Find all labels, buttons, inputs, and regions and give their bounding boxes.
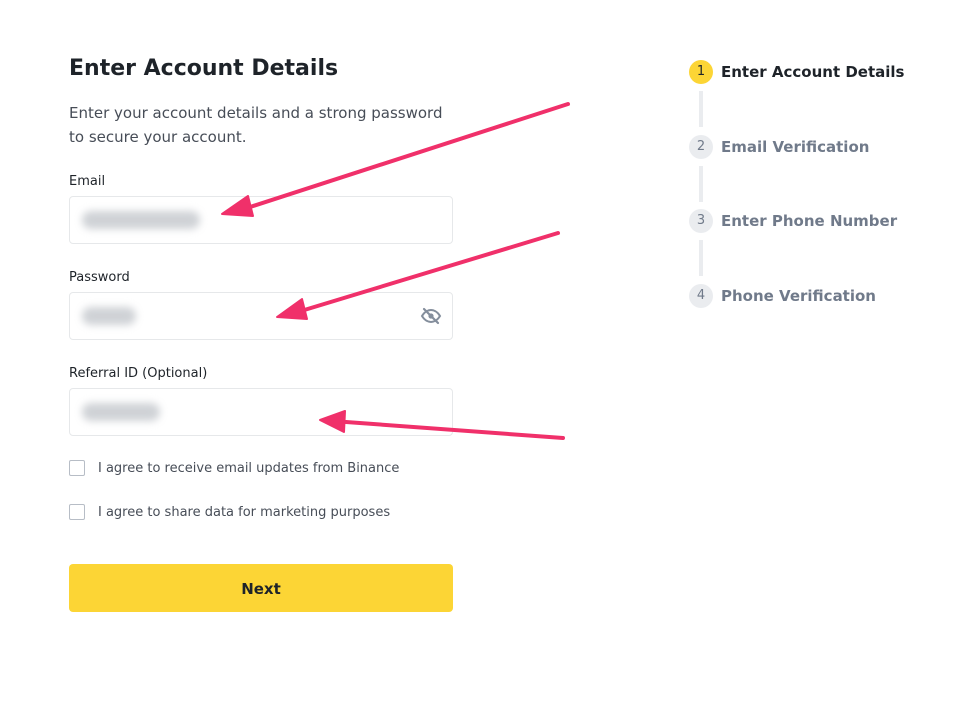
step-connector: [699, 166, 703, 202]
step-label: Email Verification: [721, 138, 870, 156]
referral-id-field[interactable]: [69, 388, 453, 436]
password-label: Password: [69, 270, 130, 285]
email-value-redacted: [82, 211, 200, 229]
email-updates-checkbox[interactable]: [69, 460, 85, 476]
email-label: Email: [69, 174, 106, 189]
referral-label: Referral ID (Optional): [69, 366, 208, 381]
email-updates-row: I agree to receive email updates from Bi…: [69, 460, 399, 476]
step-connector: [699, 91, 703, 127]
account-details-form: Enter Account Details Enter your account…: [69, 55, 453, 612]
step-number: 3: [689, 209, 713, 233]
marketing-row: I agree to share data for marketing purp…: [69, 504, 390, 520]
page-title: Enter Account Details: [69, 56, 339, 81]
eye-slash-icon[interactable]: [420, 306, 442, 326]
step-number: 2: [689, 135, 713, 159]
password-field[interactable]: [69, 292, 453, 340]
email-field[interactable]: [69, 196, 453, 244]
step-4: 4 Phone Verification: [689, 284, 876, 308]
step-label: Phone Verification: [721, 287, 876, 305]
email-updates-label[interactable]: I agree to receive email updates from Bi…: [98, 461, 399, 476]
step-number: 1: [689, 60, 713, 84]
step-1: 1 Enter Account Details: [689, 60, 904, 84]
marketing-label[interactable]: I agree to share data for marketing purp…: [98, 505, 390, 520]
referral-value-redacted: [82, 403, 160, 421]
step-number: 4: [689, 284, 713, 308]
next-button[interactable]: Next: [69, 564, 453, 612]
password-value-redacted: [82, 307, 136, 325]
step-2: 2 Email Verification: [689, 135, 869, 159]
marketing-checkbox[interactable]: [69, 504, 85, 520]
step-3: 3 Enter Phone Number: [689, 209, 897, 233]
step-connector: [699, 240, 703, 276]
step-label: Enter Phone Number: [721, 212, 898, 230]
page-subtitle: Enter your account details and a strong …: [69, 104, 443, 146]
step-label: Enter Account Details: [721, 63, 905, 81]
